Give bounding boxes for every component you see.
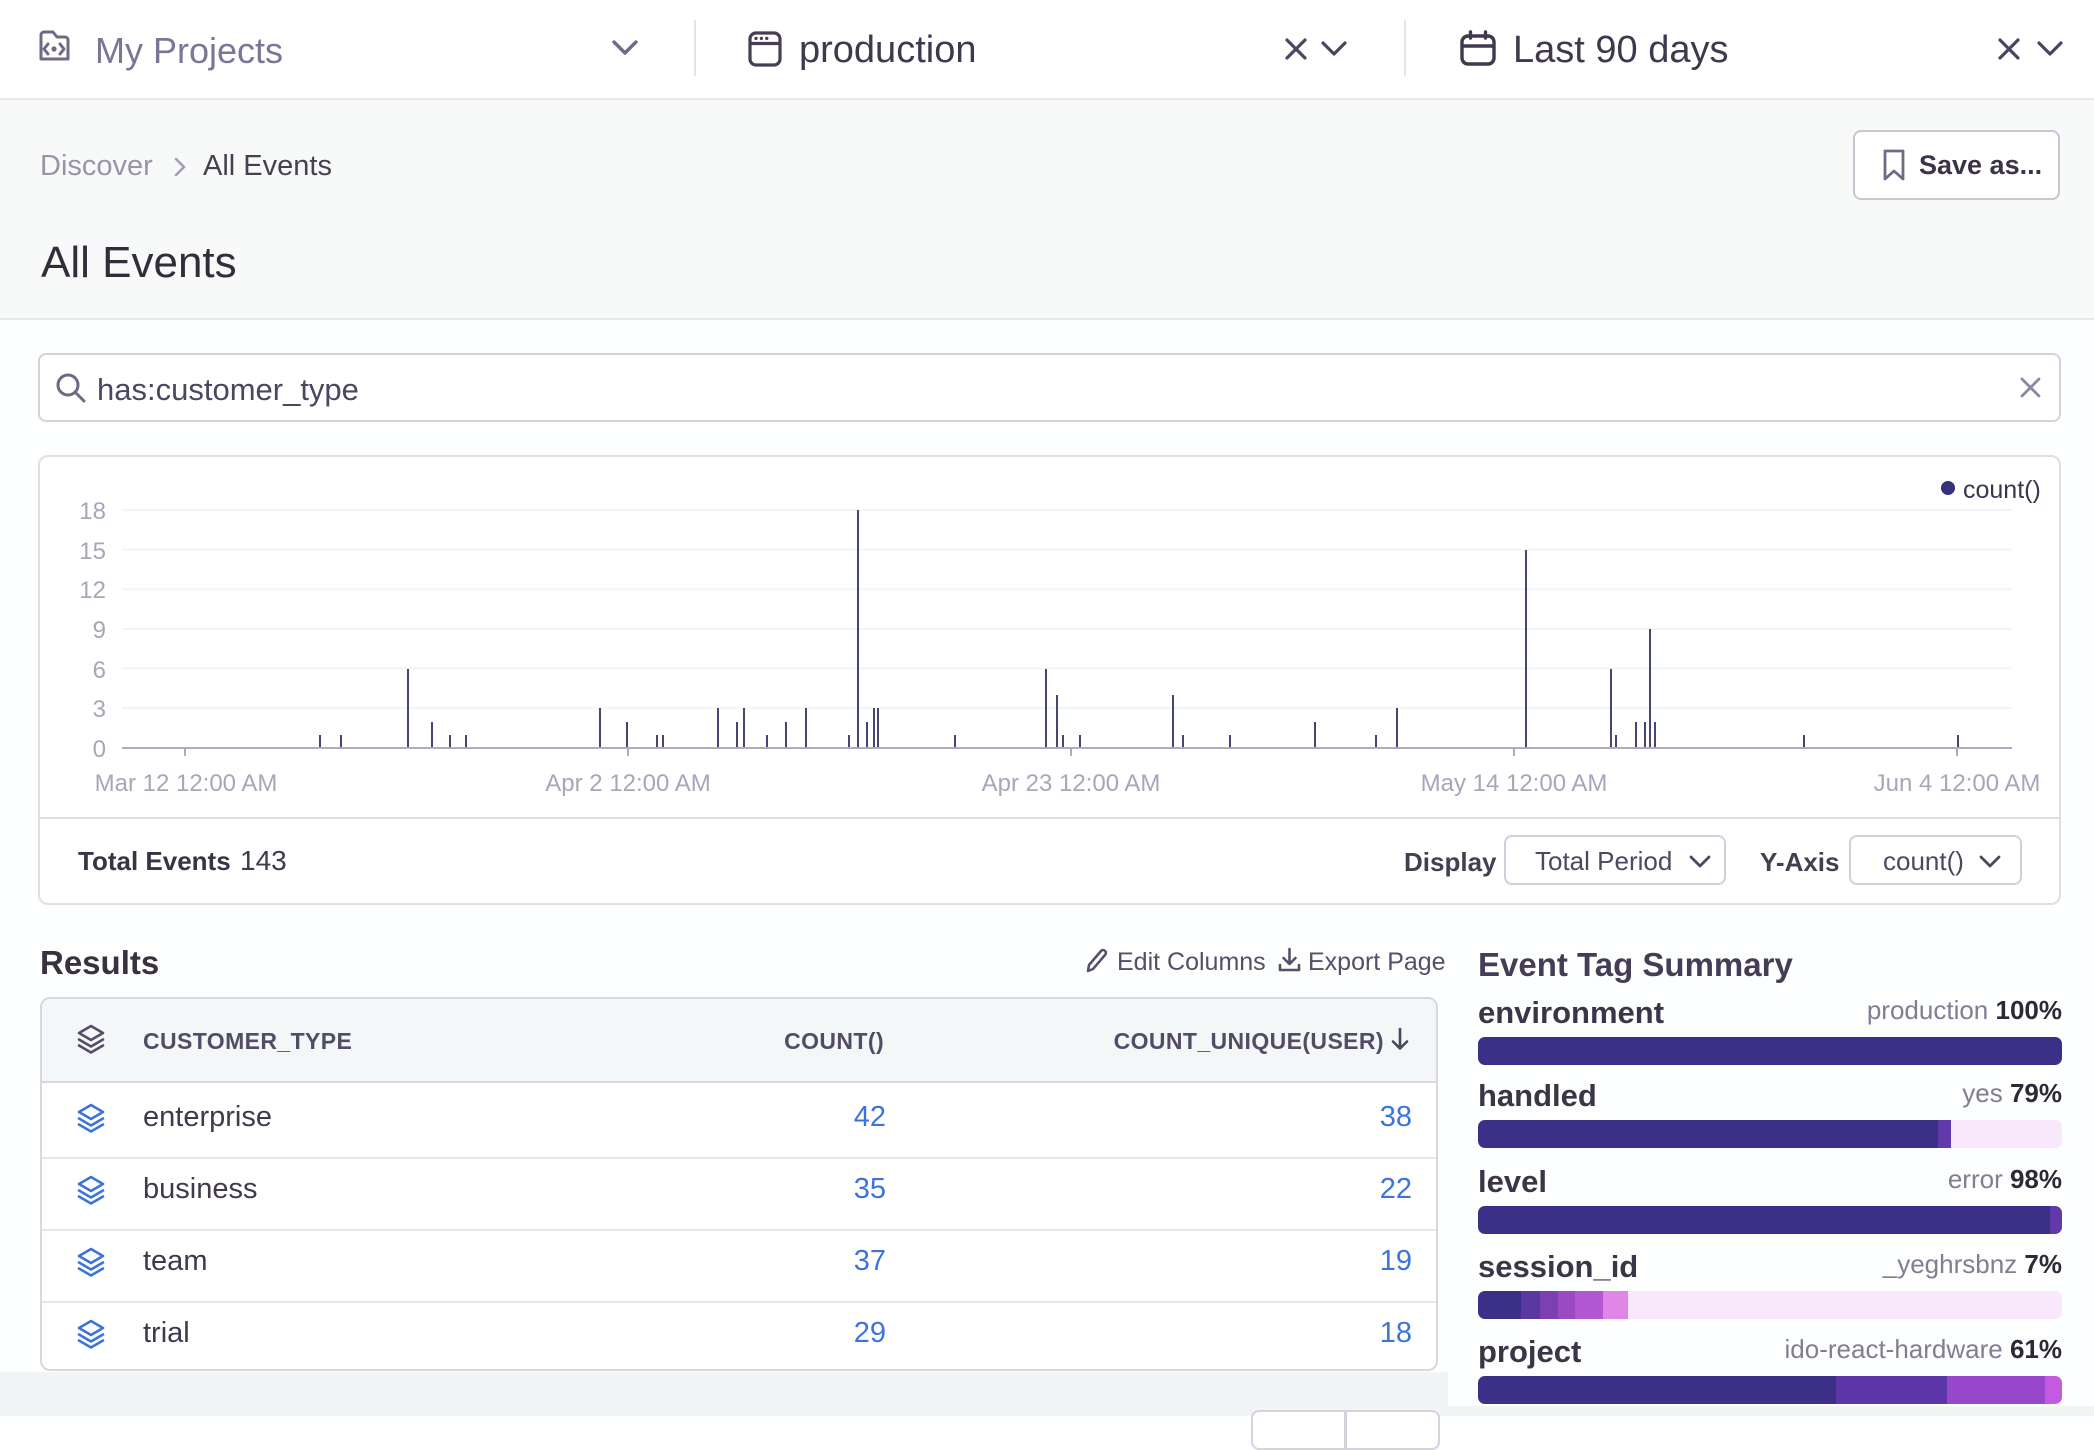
svg-text:Apr 2 12:00 AM: Apr 2 12:00 AM — [545, 770, 710, 797]
svg-text:3: 3 — [93, 696, 106, 723]
svg-text:18: 18 — [79, 498, 106, 525]
svg-text:Mar 12 12:00 AM: Mar 12 12:00 AM — [95, 770, 278, 797]
svg-text:May 14 12:00 AM: May 14 12:00 AM — [1421, 770, 1608, 797]
svg-text:Jun 4 12:00 AM: Jun 4 12:00 AM — [1874, 770, 2041, 797]
svg-text:12: 12 — [79, 577, 106, 604]
svg-text:9: 9 — [93, 617, 106, 644]
svg-text:Apr 23 12:00 AM: Apr 23 12:00 AM — [982, 770, 1161, 797]
svg-text:6: 6 — [93, 657, 106, 684]
svg-text:15: 15 — [79, 538, 106, 565]
svg-text:0: 0 — [93, 736, 106, 763]
